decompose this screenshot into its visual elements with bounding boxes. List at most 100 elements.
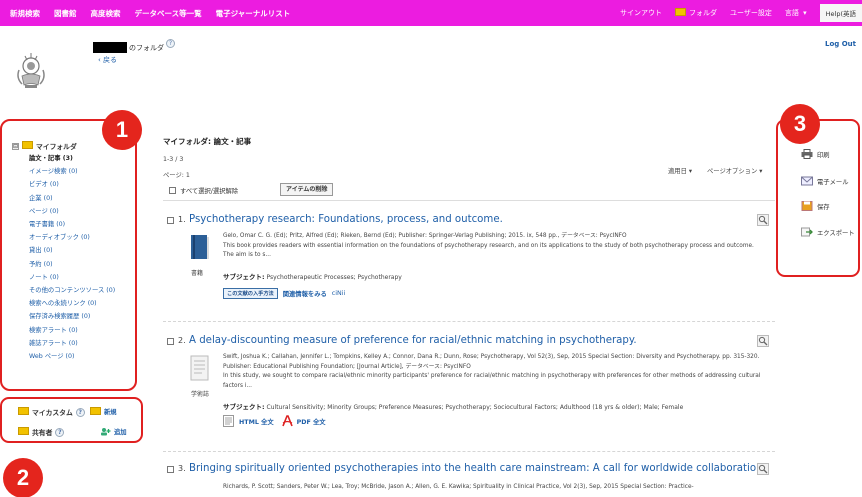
html-fulltext-link[interactable]: HTML 全文 (239, 417, 274, 426)
result-item: 1. Psychotherapy research: Foundations, … (163, 214, 775, 334)
findit-button[interactable]: この文献の入手方法 (223, 288, 278, 299)
result-count: 1-3 / 3 (163, 156, 184, 163)
result-item: 3. Bringing spiritually oriented psychot… (163, 463, 775, 497)
new-folder-icon (90, 406, 101, 415)
add-shared-button[interactable]: 追加 (100, 427, 127, 436)
pdf-icon (281, 415, 293, 427)
subject-terms[interactable]: Psychotherapeutic Processes; Psychothera… (267, 274, 402, 281)
page-options-dropdown[interactable]: ページオプション ▾ (707, 166, 762, 175)
university-logo (17, 53, 45, 88)
language-menu[interactable]: 言語 ▾ (785, 8, 807, 18)
folder-icon (675, 8, 687, 16)
folder-item-articles[interactable]: 論文・記事 (3) (29, 152, 115, 165)
new-folder-button[interactable]: 新規 (90, 406, 117, 416)
folder-link[interactable]: フォルダ (675, 8, 717, 18)
folder-item-journal-alerts[interactable]: 雑誌アラート (0) (29, 337, 115, 350)
custom-folders-panel: マイカスタム ? 新規 共有者 ? 追加 (0, 397, 143, 443)
nav-advanced-search[interactable]: 高度検索 (91, 8, 121, 19)
result-subjects: サブジェクト: Cultural Sensitivity; Minority G… (223, 401, 683, 411)
print-label: 印刷 (817, 151, 830, 159)
folder-item-audiobooks[interactable]: オーディオブック (0) (29, 231, 115, 244)
add-label: 追加 (114, 429, 127, 436)
nav-library[interactable]: 図書館 (54, 8, 77, 19)
related-info-link[interactable]: 関連情報をみる (283, 289, 327, 298)
result-checkbox[interactable] (167, 217, 174, 224)
nav-database-list[interactable]: データベース等一覧 (135, 8, 202, 19)
result-metadata: Gelo, Omar C. G. (Ed); Pritz, Alfred (Ed… (223, 232, 763, 261)
export-label: エクスポート (817, 229, 855, 237)
collapse-icon[interactable]: ⊟ (12, 142, 19, 150)
nav-ejournal-list[interactable]: 電子ジャーナルリスト (216, 8, 291, 19)
folder-item-persistent-links[interactable]: 検索への永続リンク (0) (29, 297, 115, 310)
export-icon (801, 227, 813, 237)
folder-link-label: フォルダ (689, 9, 718, 17)
annotation-badge-2: 2 (3, 458, 43, 497)
result-citation: Richards, P. Scott; Sanders, Peter W.; L… (223, 484, 694, 490)
folder-root-label: マイフォルダ (36, 143, 77, 151)
result-type: 学術誌 (191, 391, 210, 398)
folder-item-videos[interactable]: ビデオ (0) (29, 178, 115, 191)
folder-tree-panel: ⊟ マイフォルダ 論文・記事 (3) イメージ検索 (0) ビデオ (0) 企業… (0, 119, 137, 391)
save-button[interactable]: 保存 (801, 201, 830, 211)
signout-link[interactable]: サインアウト (620, 8, 662, 18)
folder-icon (18, 407, 29, 415)
folder-item-saved-searches[interactable]: 保存済み検索履歴 (0) (29, 310, 115, 323)
email-icon (801, 176, 813, 186)
chevron-down-icon: ▾ (803, 9, 807, 17)
my-custom-folders[interactable]: マイカスタム ? (18, 407, 85, 417)
preview-magnifier-icon[interactable] (757, 335, 769, 347)
folder-item-reservations[interactable]: 予約 (0) (29, 258, 115, 271)
shared-folders[interactable]: 共有者 ? (18, 427, 65, 437)
export-button[interactable]: エクスポート (801, 227, 855, 237)
cinii-link[interactable]: ciNii (332, 290, 345, 297)
folder-item-loans[interactable]: 貸出 (0) (29, 244, 115, 257)
book-icon (191, 235, 209, 259)
email-button[interactable]: 電子メール (801, 176, 848, 186)
nav-new-search[interactable]: 新規検索 (10, 8, 40, 19)
sort-dropdown[interactable]: 適用日 ▾ (668, 166, 692, 175)
result-checkbox[interactable] (167, 338, 174, 345)
result-abstract: In this study, we sought to compare raci… (223, 373, 761, 389)
user-settings-link[interactable]: ユーザー設定 (730, 8, 772, 18)
result-title-link[interactable]: Bringing spiritually oriented psychother… (189, 463, 766, 474)
preview-magnifier-icon[interactable] (757, 463, 769, 475)
result-title-link[interactable]: A delay-discounting measure of preferenc… (189, 335, 637, 346)
folder-item-images[interactable]: イメージ検索 (0) (29, 165, 115, 178)
help-icon[interactable]: ? (75, 407, 85, 417)
language-label: 言語 (784, 9, 799, 17)
pdf-fulltext-link[interactable]: PDF 全文 (297, 417, 326, 426)
html-fulltext-icon (223, 415, 234, 427)
journal-icon (190, 355, 209, 381)
folder-item-search-alerts[interactable]: 検索アラート (0) (29, 324, 115, 337)
annotation-badge-1: 1 (102, 110, 142, 150)
add-user-icon (101, 428, 111, 436)
top-nav-left: 新規検索 図書館 高度検索 データベース等一覧 電子ジャーナルリスト (10, 0, 304, 26)
select-all-toggle[interactable]: すべて選択/選択解除 (169, 186, 238, 195)
print-icon (801, 149, 813, 159)
subject-terms[interactable]: Cultural Sensitivity; Minority Groups; P… (267, 404, 684, 411)
folder-item-pages[interactable]: ページ (0) (29, 205, 115, 218)
help-link[interactable]: Help(英語 (819, 4, 862, 22)
annotation-badge-3: 3 (780, 104, 820, 144)
result-checkbox[interactable] (167, 466, 174, 473)
print-button[interactable]: 印刷 (801, 149, 830, 159)
back-link[interactable]: ‹ 戻る (98, 55, 117, 65)
logout-link[interactable]: Log Out (825, 40, 856, 48)
divider (163, 321, 775, 322)
preview-magnifier-icon[interactable] (757, 214, 769, 226)
folder-item-companies[interactable]: 企業 (0) (29, 192, 115, 205)
save-label: 保存 (817, 203, 830, 211)
result-title-link[interactable]: Psychotherapy research: Foundations, pro… (189, 214, 503, 225)
folder-item-other-sources[interactable]: その他のコンテンツソース (0) (29, 284, 115, 297)
select-all-checkbox[interactable] (169, 187, 176, 194)
delete-items-button[interactable]: アイテムの削除 (280, 183, 334, 196)
help-icon[interactable]: ? (166, 39, 175, 48)
help-icon[interactable]: ? (55, 427, 65, 437)
folder-item-ebooks[interactable]: 電子書籍 (0) (29, 218, 115, 231)
result-citation: Gelo, Omar C. G. (Ed); Pritz, Alfred (Ed… (223, 233, 627, 239)
folder-tree-root[interactable]: ⊟ マイフォルダ (12, 141, 77, 151)
folder-item-web-pages[interactable]: Web ページ (0) (29, 350, 115, 363)
folder-owner-label: のフォルダ (129, 44, 164, 52)
result-links: この文献の入手方法 関連情報をみる ciNii (223, 288, 345, 299)
folder-item-notes[interactable]: ノート (0) (29, 271, 115, 284)
